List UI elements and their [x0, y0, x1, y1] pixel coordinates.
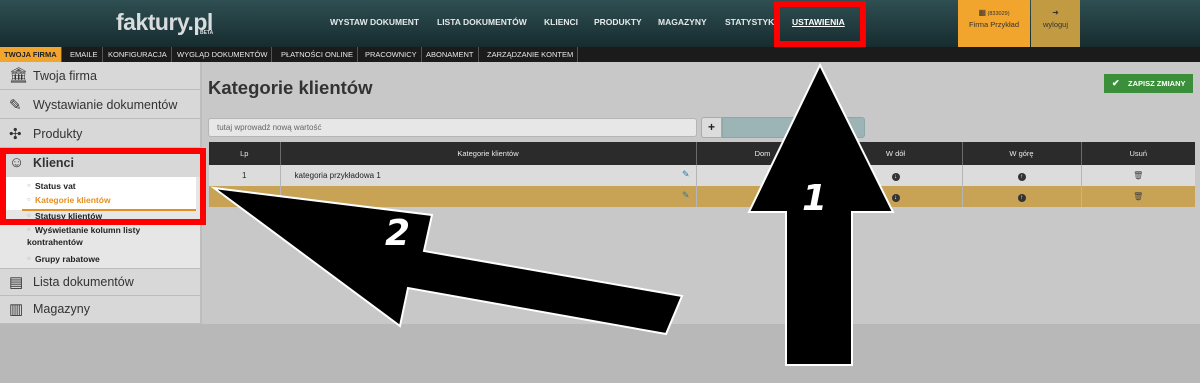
nav-magazyny[interactable]: MAGAZYNY	[658, 17, 707, 27]
add-category-button[interactable]: +	[701, 117, 722, 138]
document-edit-icon: ✎	[9, 97, 22, 114]
nav-produkty[interactable]: PRODUKTY	[594, 17, 642, 27]
subnav-emaile[interactable]: EMAILE	[66, 47, 103, 62]
pencil-icon[interactable]: ✎	[682, 169, 690, 180]
logout-label: wyloguj	[1042, 20, 1068, 29]
app-logo[interactable]: faktury.pl	[116, 9, 213, 36]
submenu-wyswietlanie-kolumn[interactable]: Wyświetlanie kolumn listy	[35, 225, 140, 235]
document-list-icon: ▤	[9, 274, 24, 291]
cell-lp: 1	[209, 165, 280, 186]
nav-klienci[interactable]: KLIENCI	[544, 17, 578, 27]
sidebar-item-label: Produkty	[33, 127, 83, 141]
col-usun: Usuń	[1080, 142, 1195, 165]
bullet: ○	[27, 183, 31, 189]
top-navigation-bar: faktury.pl BETA WYSTAW DOKUMENT LISTA DO…	[0, 0, 1200, 47]
nav-wystaw-dokument[interactable]: WYSTAW DOKUMENT	[330, 17, 419, 27]
categories-table: Lp Kategorie klientów Dom W dół W górę U…	[209, 142, 1195, 207]
settings-subnav: TWOJA FIRMA EMAILE KONFIGURACJA WYGLĄD D…	[0, 47, 1200, 62]
company-id-text: (833029)	[987, 11, 1010, 17]
subnav-zarzadzanie-kontem[interactable]: ZARZĄDZANIE KONTEM	[483, 47, 579, 62]
table-row: 1 kategoria przykładowa 1 ✎ ↓ ↑ 🗑	[209, 165, 1195, 186]
submenu-highlight	[0, 177, 196, 210]
trash-icon[interactable]: 🗑	[1133, 192, 1143, 201]
subnav-abonament[interactable]: ABONAMENT	[422, 47, 479, 62]
bullet: ○	[27, 197, 31, 203]
new-category-input[interactable]	[208, 118, 697, 137]
table-header-row: Lp Kategorie klientów Dom W dół W górę U…	[209, 142, 1195, 165]
col-domyslna[interactable]: Dom	[695, 142, 829, 165]
cell-move-up[interactable]: ↑	[961, 186, 1081, 207]
annotation-number-2: 2	[385, 213, 411, 254]
sidebar-item-produkty[interactable]: ✣ Produkty	[0, 119, 200, 148]
sidebar-item-klienci[interactable]: ☺ Klienci	[0, 148, 200, 177]
subnav-konfiguracja[interactable]: KONFIGURACJA	[104, 47, 172, 62]
arrow-down-icon[interactable]: ↓	[891, 172, 900, 181]
page-title: Kategorie klientów	[208, 77, 373, 98]
bank-icon: 🏛	[9, 67, 29, 84]
annotation-number-1: 1	[802, 178, 828, 219]
sidebar-item-magazyny[interactable]: ▥ Magazyny	[0, 296, 200, 324]
company-id: ▦ (833029)	[958, 8, 1030, 17]
submenu-status-vat[interactable]: Status vat	[35, 181, 76, 191]
bullet: ○	[27, 256, 31, 262]
pencil-icon[interactable]: ✎	[682, 190, 690, 201]
trash-icon[interactable]: 🗑	[1133, 171, 1143, 180]
cell-move-down[interactable]: ↓	[828, 186, 962, 207]
cell-move-up[interactable]: ↑	[961, 165, 1081, 186]
cell-category-name: kategoria przykładowa 1 ✎	[279, 165, 696, 186]
cell-delete[interactable]: 🗑	[1080, 165, 1195, 186]
sidebar-item-label: Magazyny	[33, 302, 90, 316]
user-circle-icon: ☺	[9, 154, 25, 171]
save-changes-button[interactable]: ✔ ZAPISZ ZMIANY	[1104, 74, 1193, 93]
col-lp[interactable]: Lp	[209, 142, 280, 165]
beta-badge: BETA	[200, 30, 214, 36]
table-row: ✎ ↓ ↑ 🗑	[209, 186, 1195, 207]
puzzle-icon: ✣	[9, 126, 22, 143]
subnav-pracownicy[interactable]: PRACOWNICY	[361, 47, 422, 62]
cell-delete[interactable]: 🗑	[1080, 186, 1195, 207]
submenu-statusy-klientow[interactable]: Statusy klientów	[35, 211, 102, 221]
col-w-gore: W górę	[961, 142, 1081, 165]
col-w-dol: W dół	[828, 142, 962, 165]
company-name: Firma Przykład	[968, 20, 1019, 29]
nav-statystyki[interactable]: STATYSTYKI	[725, 17, 777, 27]
subnav-wyglad-dokumentow[interactable]: WYGLĄD DOKUMENTÓW	[173, 47, 273, 62]
sidebar-item-label: Lista dokumentów	[33, 275, 134, 289]
bullet: ○	[27, 213, 31, 219]
sidebar-item-twoja-firma[interactable]: 🏛 Twoja firma	[0, 62, 200, 90]
submenu-wyswietlanie-kolumn-cont[interactable]: kontrahentów	[27, 237, 83, 247]
warehouse-icon: ▥	[9, 301, 24, 318]
subnav-platnosci-online[interactable]: PŁATNOŚCI ONLINE	[277, 47, 358, 62]
bullet: ○	[27, 227, 31, 233]
save-label: ZAPISZ ZMIANY	[1128, 79, 1186, 88]
sidebar-item-label: Klienci	[33, 156, 74, 170]
subnav-twoja-firma[interactable]: TWOJA FIRMA	[0, 47, 62, 62]
sidebar-item-label: Wystawianie dokumentów	[33, 98, 178, 112]
sidebar-item-wystawianie[interactable]: ✎ Wystawianie dokumentów	[0, 90, 200, 119]
cell-category-name: ✎	[279, 186, 696, 207]
page-footer-area	[0, 324, 1200, 383]
company-button[interactable]: ▦ (833029) Firma Przykład	[958, 0, 1030, 47]
logout-icon: ➜	[1052, 8, 1059, 17]
sidebar-item-lista-dokumentow[interactable]: ▤ Lista dokumentów	[0, 268, 200, 296]
category-name-text: kategoria przykładowa 1	[294, 171, 381, 180]
arrow-up-icon[interactable]: ↑	[1017, 193, 1026, 202]
building-icon: ▦	[978, 8, 986, 17]
cell-lp	[209, 186, 280, 207]
sidebar-item-label: Twoja firma	[33, 69, 97, 83]
arrow-up-icon[interactable]: ↑	[1017, 172, 1026, 181]
cell-move-down[interactable]: ↓	[828, 165, 962, 186]
arrow-down-icon[interactable]: ↓	[891, 193, 900, 202]
nav-ustawienia[interactable]: USTAWIENIA	[792, 17, 845, 27]
add-category-button-area[interactable]	[722, 117, 865, 138]
submenu-grupy-rabatowe[interactable]: Grupy rabatowe	[35, 254, 100, 264]
logout-button[interactable]: ➜ wyloguj	[1031, 0, 1080, 47]
nav-lista-dokumentow[interactable]: LISTA DOKUMENTÓW	[437, 17, 527, 27]
submenu-kategorie-klientow[interactable]: Kategorie klientów	[35, 195, 111, 205]
sidebar: 🏛 Twoja firma ✎ Wystawianie dokumentów ✣…	[0, 62, 200, 324]
col-kategorie[interactable]: Kategorie klientów	[279, 142, 696, 165]
check-icon: ✔	[1112, 78, 1120, 88]
